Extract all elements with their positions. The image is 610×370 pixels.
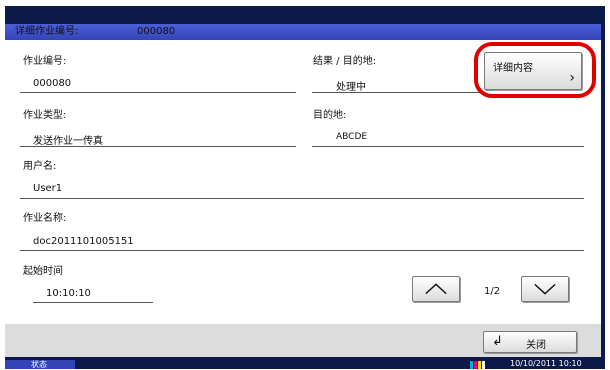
chevron-up-icon <box>425 283 447 295</box>
job-type-underline <box>20 146 296 147</box>
job-name-label: 作业名称: <box>23 213 67 224</box>
start-time-underline <box>33 302 153 303</box>
title-job-number: 000080 <box>137 26 176 37</box>
job-number-underline <box>20 92 296 93</box>
result-underline <box>312 92 482 93</box>
result-label: 结果 / 目的地: <box>313 56 377 67</box>
page-down-button[interactable] <box>521 276 569 302</box>
user-name-value: User1 <box>33 183 63 194</box>
page-up-button[interactable] <box>412 276 460 302</box>
job-name-underline <box>20 250 584 251</box>
status-tab-label: 状态 <box>31 360 47 369</box>
job-number-value: 000080 <box>33 78 72 89</box>
title-label: 详细作业编号: <box>15 26 79 37</box>
destination-label: 目的地: <box>313 110 347 121</box>
title-bar: 详细作业编号: 000080 <box>5 24 601 40</box>
destination-underline <box>312 146 584 147</box>
result-value: 处理中 <box>336 82 366 93</box>
close-button-label: 关闭 <box>526 340 546 351</box>
job-number-label: 作业编号: <box>23 56 67 67</box>
close-button[interactable]: ↲ 关闭 <box>483 331 577 353</box>
return-arrow-icon: ↲ <box>492 334 503 349</box>
user-name-label: 用户名: <box>23 161 57 172</box>
chevron-down-icon <box>534 283 556 295</box>
user-name-underline <box>20 198 584 199</box>
highlight-circle <box>474 42 596 98</box>
start-time-value: 10:10:10 <box>46 288 91 299</box>
page-indicator: 1/2 <box>484 286 501 297</box>
job-name-value: doc2011101005151 <box>33 236 134 247</box>
job-type-value: 发送作业一传真 <box>33 136 103 147</box>
job-type-label: 作业类型: <box>23 110 67 121</box>
start-time-label: 起始时间 <box>23 266 63 277</box>
toner-icon <box>470 361 485 369</box>
status-tab[interactable]: 状态 <box>5 360 75 369</box>
datetime-display: 10/10/2011 10:10 <box>510 359 582 368</box>
destination-value: ABCDE <box>336 132 368 142</box>
